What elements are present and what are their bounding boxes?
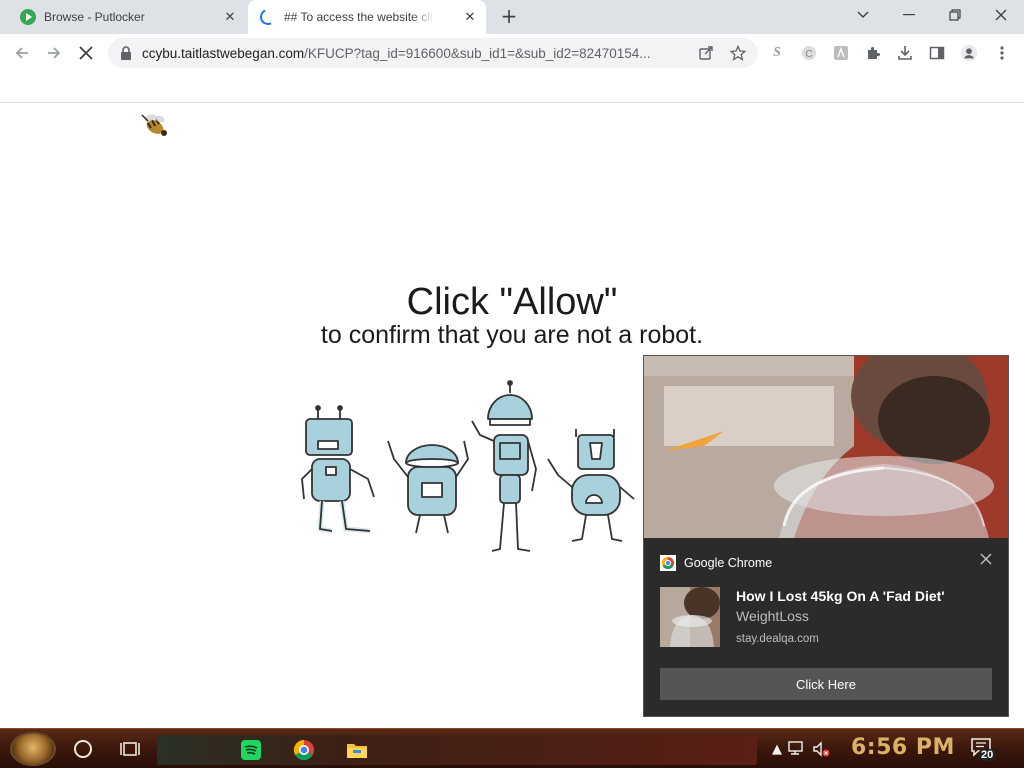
notification-subtitle: WeightLoss (736, 608, 809, 624)
close-icon[interactable]: ✕ (222, 9, 238, 25)
robot-figure (471, 380, 537, 552)
window-close-button[interactable] (978, 0, 1024, 30)
file-explorer-icon[interactable] (345, 738, 369, 762)
start-button[interactable] (10, 732, 56, 766)
minimize-icon (903, 14, 915, 16)
notification-hero-image (644, 356, 1008, 538)
task-view-icon[interactable] (120, 740, 140, 758)
robot-figure (387, 440, 469, 534)
c-badge-glyph: C (802, 46, 816, 60)
tab-title: Browse - Putlocker (44, 10, 145, 24)
chevron-down-icon (857, 11, 869, 18)
url-text[interactable]: ccybu.taitlastwebegan.com/KFUCP?tag_id=9… (142, 46, 682, 61)
robot-figure (547, 429, 635, 542)
arrow-right-icon (48, 47, 61, 59)
network-glyph (788, 741, 803, 755)
kebab-glyph (1000, 46, 1004, 60)
search-circle-icon[interactable] (74, 740, 92, 758)
profile-avatar-icon[interactable] (960, 44, 978, 62)
tab-putlocker[interactable]: Browse - Putlocker ✕ (8, 0, 246, 34)
puzzle-glyph (868, 47, 880, 59)
screen: Browse - Putlocker ✕ ## To access the we… (0, 0, 1024, 768)
bee-cursor-icon (141, 114, 167, 136)
extension-grey-icon[interactable] (832, 44, 850, 62)
chrome-icon[interactable] (292, 738, 316, 762)
notification-title: How I Lost 45kg On A 'Fad Diet' (736, 588, 945, 604)
extension-c-icon[interactable]: C (800, 44, 818, 62)
download-glyph (898, 46, 912, 60)
folder-glyph (347, 744, 367, 758)
notification-thumbnail (660, 587, 720, 647)
notification-count-badge: 20 (978, 749, 997, 761)
taskbar: ▲ 6:56 PM 20 (0, 728, 1024, 768)
side-panel-icon[interactable] (928, 44, 946, 62)
lock-icon (121, 46, 131, 60)
bookmark-star-icon[interactable] (730, 45, 746, 61)
close-icon (980, 553, 992, 565)
spotify-icon[interactable] (239, 738, 263, 762)
notification-header: Google Chrome (660, 555, 772, 571)
browser-toolbar: ccybu.taitlastwebegan.com/KFUCP?tag_id=9… (0, 34, 1024, 72)
minimize-button[interactable] (886, 0, 932, 30)
system-clock[interactable]: 6:56 PM (851, 735, 955, 760)
back-button[interactable] (8, 39, 36, 67)
grey-square-glyph (834, 46, 848, 60)
restore-icon (949, 9, 961, 21)
avatar-glyph (960, 44, 978, 62)
arrow-left-icon (15, 47, 28, 59)
tab-search-button[interactable] (840, 0, 886, 30)
push-notification[interactable]: Google Chrome How I Lost 45kg On A 'Fad … (644, 356, 1008, 716)
notification-app-name: Google Chrome (684, 556, 773, 570)
side-panel-glyph (929, 46, 945, 60)
forward-button[interactable] (40, 39, 68, 67)
new-tab-button[interactable]: + (498, 6, 520, 28)
chrome-icon (660, 555, 676, 571)
page-subline: to confirm that you are not a robot. (320, 321, 704, 349)
play-icon (20, 9, 36, 25)
volume-muted-icon[interactable] (812, 740, 830, 758)
download-icon[interactable] (896, 44, 914, 62)
close-icon (995, 9, 1007, 21)
tray-up-arrow-icon[interactable]: ▲ (768, 740, 786, 758)
spotify-glyph (241, 740, 261, 760)
speaker-glyph (813, 741, 830, 757)
url-host: ccybu.taitlastwebegan.com (142, 45, 305, 61)
notification-source: stay.dealqa.com (736, 633, 819, 645)
stop-button[interactable] (72, 39, 100, 67)
robot-figure (301, 405, 375, 534)
menu-kebab-icon[interactable] (993, 44, 1011, 62)
stop-icon (79, 46, 93, 60)
tab-active[interactable]: ## To access the website click ✕ (248, 0, 486, 34)
extension-s-icon[interactable]: S (768, 44, 786, 62)
address-bar[interactable]: ccybu.taitlastwebegan.com/KFUCP?tag_id=9… (108, 38, 758, 68)
star-glyph (730, 45, 746, 61)
click-here-button[interactable]: Click Here (660, 668, 992, 700)
notification-close-button[interactable] (980, 553, 992, 569)
share-glyph (699, 46, 713, 60)
url-path: /KFUCP?tag_id=916600&sub_id1=&sub_id2=82… (304, 45, 651, 61)
loading-spinner-icon (257, 6, 279, 28)
chrome-glyph (293, 739, 314, 761)
page-headline: Click "Allow" (406, 281, 618, 323)
network-icon[interactable] (788, 740, 806, 758)
share-icon[interactable] (698, 45, 714, 61)
svg-text:C: C (805, 49, 812, 60)
action-center-button[interactable]: 20 (970, 737, 1000, 763)
extensions-puzzle-icon[interactable] (864, 44, 882, 62)
robots-illustration (301, 380, 635, 552)
close-icon[interactable]: ✕ (462, 9, 478, 25)
tab-title: ## To access the website click (284, 10, 434, 24)
restore-button[interactable] (932, 0, 978, 30)
tab-strip: Browse - Putlocker ✕ ## To access the we… (0, 0, 1024, 34)
